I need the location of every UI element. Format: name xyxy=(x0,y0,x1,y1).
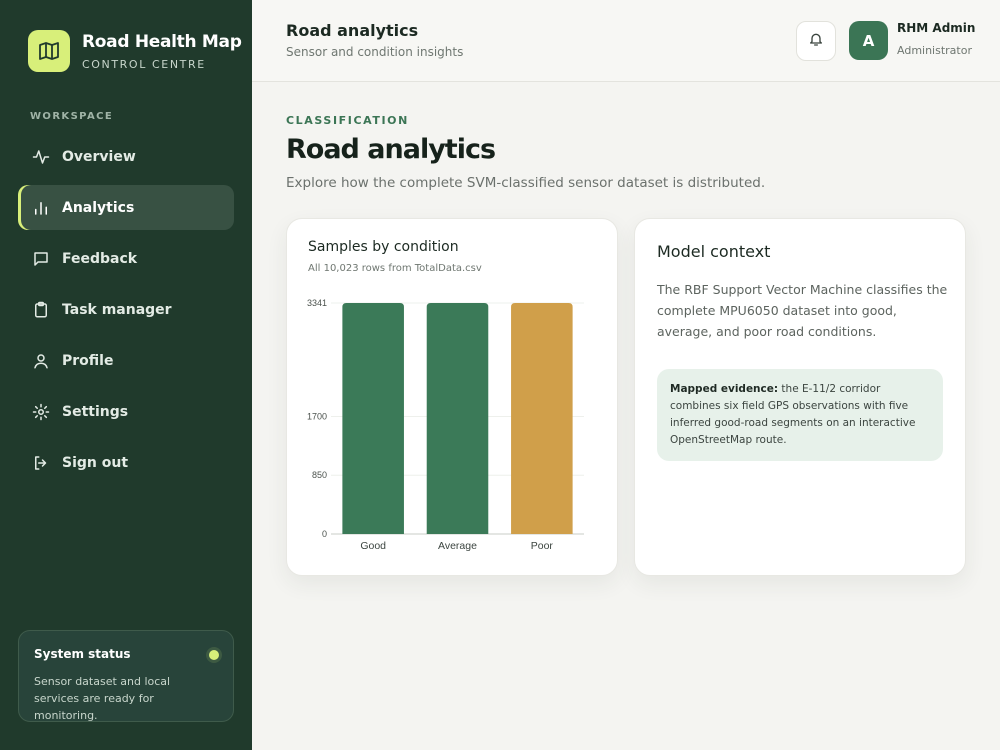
section-eyebrow: CLASSIFICATION xyxy=(286,114,409,127)
brand-name: Road Health Map xyxy=(82,31,242,52)
sidebar-item-label: Sign out xyxy=(62,454,129,471)
model-context-card: Model context The RBF Support Vector Mac… xyxy=(634,218,966,576)
gear-icon xyxy=(32,403,50,421)
status-indicator xyxy=(209,650,219,660)
bell-icon xyxy=(808,31,824,51)
status-title: System status xyxy=(34,647,131,661)
x-tick-label: Good xyxy=(360,540,386,552)
top-header: Road analytics Sensor and condition insi… xyxy=(252,0,1000,82)
bar xyxy=(511,303,573,534)
evidence-label: Mapped evidence: xyxy=(670,383,779,395)
brand-subtitle: CONTROL CENTRE xyxy=(82,57,206,71)
evidence-box: Mapped evidence: the E-11/2 corridor com… xyxy=(657,369,943,461)
notifications-button[interactable] xyxy=(796,21,836,61)
status-text: Sensor dataset and local services are re… xyxy=(34,675,171,722)
samples-chart-card: Samples by condition All 10,023 rows fro… xyxy=(286,218,618,576)
context-title: Model context xyxy=(657,242,771,261)
sidebar-item-overview[interactable]: Overview xyxy=(18,134,234,179)
workspace-label: WORKSPACE xyxy=(30,111,114,122)
logout-icon xyxy=(32,454,50,472)
page-title: Road analytics xyxy=(286,134,496,165)
x-tick-label: Poor xyxy=(531,540,554,552)
sidebar-nav: Overview Analytics Feedback Task manager… xyxy=(18,134,234,491)
sidebar-item-label: Feedback xyxy=(62,250,138,267)
system-status-card: System status Sensor dataset and local s… xyxy=(18,630,234,722)
user-icon xyxy=(32,352,50,370)
header-subtitle: Sensor and condition insights xyxy=(286,45,464,59)
header-title: Road analytics xyxy=(286,21,419,40)
bar xyxy=(426,303,489,534)
y-tick-label: 0 xyxy=(322,529,327,539)
brand[interactable]: Road Health Map CONTROL CENTRE xyxy=(28,30,242,72)
bar-chart-icon xyxy=(32,199,50,217)
sidebar-item-label: Analytics xyxy=(62,199,135,216)
sidebar-item-task-manager[interactable]: Task manager xyxy=(18,287,234,332)
page-description: Explore how the complete SVM-classified … xyxy=(286,175,766,191)
y-tick-label: 1700 xyxy=(307,411,327,421)
sidebar: Road Health Map CONTROL CENTRE WORKSPACE… xyxy=(0,0,252,750)
message-icon xyxy=(32,250,50,268)
sidebar-item-settings[interactable]: Settings xyxy=(18,389,234,434)
sidebar-item-feedback[interactable]: Feedback xyxy=(18,236,234,281)
y-tick-label: 850 xyxy=(312,470,327,480)
y-tick-label: 3341 xyxy=(307,298,327,308)
sidebar-item-label: Task manager xyxy=(62,301,172,318)
user-role: Administrator xyxy=(897,44,972,57)
x-tick-label: Average xyxy=(438,540,477,552)
sidebar-item-label: Profile xyxy=(62,352,114,369)
sidebar-item-analytics[interactable]: Analytics xyxy=(18,185,234,230)
sidebar-item-label: Overview xyxy=(62,148,136,165)
sidebar-item-profile[interactable]: Profile xyxy=(18,338,234,383)
bar-chart: 0 850 1700 3341 Good Average Poor xyxy=(307,298,584,552)
sidebar-item-sign-out[interactable]: Sign out xyxy=(18,440,234,485)
bar xyxy=(342,303,404,534)
activity-icon xyxy=(32,148,50,166)
clipboard-icon xyxy=(32,301,50,319)
context-body: The RBF Support Vector Machine classifie… xyxy=(657,282,948,339)
user-name: RHM Admin xyxy=(897,21,976,35)
avatar[interactable]: A xyxy=(849,21,888,60)
map-icon xyxy=(28,30,70,72)
sidebar-item-label: Settings xyxy=(62,403,129,420)
